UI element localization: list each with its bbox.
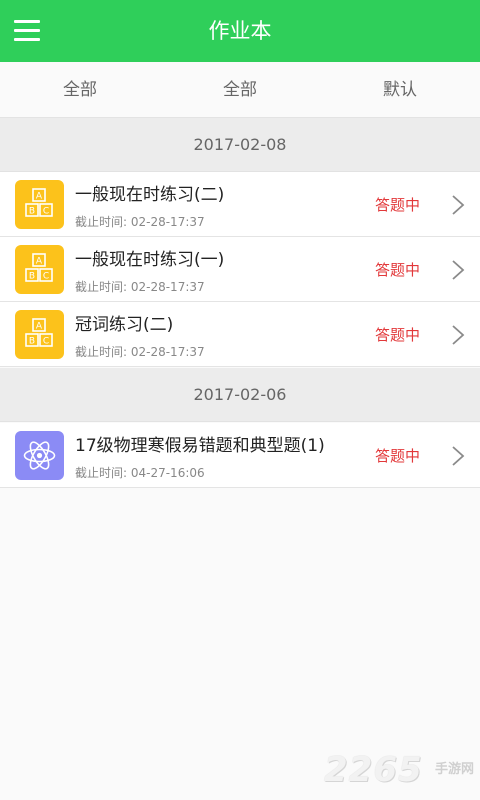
homework-title: 一般现在时练习(一)	[75, 250, 225, 270]
deadline-text: 截止时间: 04-27-16:06	[75, 466, 205, 480]
homework-title: 冠词练习(二)	[75, 315, 174, 335]
svg-text:A: A	[36, 257, 43, 267]
watermark-number: 2265	[324, 750, 423, 790]
filter-bar: 全部 全部 默认	[0, 62, 480, 118]
abc-blocks-icon: A B C	[15, 245, 64, 294]
deadline-text: 截止时间: 02-28-17:37	[75, 345, 205, 359]
svg-text:C: C	[43, 207, 49, 217]
status-label: 答题中	[374, 261, 420, 279]
list-item[interactable]: A B C 一般现在时练习(二) 截止时间: 02-28-17:37 答题中	[0, 172, 480, 237]
status-label: 答题中	[374, 326, 420, 344]
chevron-right-icon	[452, 325, 465, 345]
watermark-site: 手游网	[434, 762, 474, 777]
homework-title: 一般现在时练习(二)	[75, 185, 225, 205]
svg-text:A: A	[36, 192, 43, 202]
deadline-text: 截止时间: 02-28-17:37	[75, 280, 205, 294]
filter-status[interactable]: 全部	[160, 62, 320, 117]
svg-text:A: A	[36, 322, 43, 332]
svg-text:B: B	[29, 337, 35, 347]
page-title: 作业本	[208, 19, 272, 43]
list-item[interactable]: A B C 冠词练习(二) 截止时间: 02-28-17:37 答题中	[0, 302, 480, 367]
date-header: 2017-02-06	[0, 368, 480, 422]
list-item[interactable]: 17级物理寒假易错题和典型题(1) 截止时间: 04-27-16:06 答题中	[0, 423, 480, 488]
homework-title: 17级物理寒假易错题和典型题(1)	[75, 436, 325, 456]
deadline-text: 截止时间: 02-28-17:37	[75, 215, 205, 229]
abc-blocks-icon: A B C	[15, 180, 64, 229]
chevron-right-icon	[452, 446, 465, 466]
date-header: 2017-02-08	[0, 118, 480, 172]
abc-blocks-icon: A B C	[15, 310, 64, 359]
filter-subject[interactable]: 全部	[0, 62, 160, 117]
status-label: 答题中	[374, 447, 420, 465]
filter-sort[interactable]: 默认	[320, 62, 480, 117]
svg-text:B: B	[29, 272, 35, 282]
app-header: 作业本	[0, 0, 480, 62]
list-item[interactable]: A B C 一般现在时练习(一) 截止时间: 02-28-17:37 答题中	[0, 237, 480, 302]
chevron-right-icon	[452, 195, 465, 215]
chevron-right-icon	[452, 260, 465, 280]
svg-text:B: B	[29, 207, 35, 217]
svg-text:C: C	[43, 337, 49, 347]
atom-icon	[15, 431, 64, 480]
watermark-logo: 2265 手游网	[324, 750, 474, 792]
svg-text:C: C	[43, 272, 49, 282]
status-label: 答题中	[374, 196, 420, 214]
